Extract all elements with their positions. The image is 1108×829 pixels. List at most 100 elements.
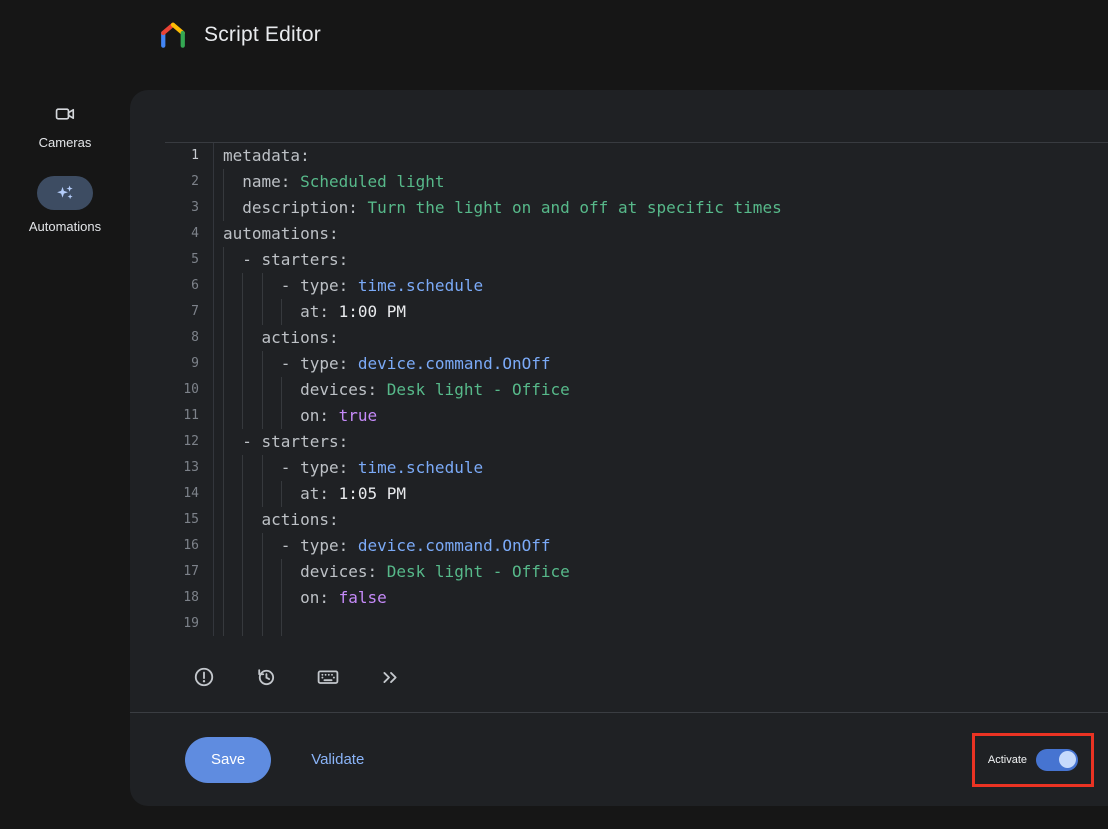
code-line[interactable]: 16- type: device.command.OnOff (165, 533, 1108, 559)
indent-guide (262, 299, 281, 325)
code-line[interactable]: 19 (165, 611, 1108, 636)
indent-guide (242, 325, 261, 351)
code-text: - type: device.command.OnOff (213, 351, 1108, 377)
indent-guide (242, 559, 261, 585)
indent-guide (242, 507, 261, 533)
active-nav-indicator (37, 176, 93, 210)
indent-guide (242, 481, 261, 507)
script-editor-panel: 1metadata:2name: Scheduled light3descrip… (130, 90, 1108, 806)
save-button[interactable]: Save (185, 737, 271, 783)
indent-guide (281, 559, 300, 585)
indent-guide (223, 559, 242, 585)
line-number: 6 (165, 273, 213, 299)
activate-toggle[interactable] (1036, 749, 1078, 771)
code-text: devices: Desk light - Office (213, 559, 1108, 585)
indent-guide (281, 481, 300, 507)
activate-label: Activate (988, 754, 1027, 766)
automations-sparkle-icon (54, 182, 76, 204)
line-number: 8 (165, 325, 213, 351)
indent-guide (242, 377, 261, 403)
code-line[interactable]: 13- type: time.schedule (165, 455, 1108, 481)
error-outline-icon (193, 666, 215, 688)
indent-guide (242, 403, 261, 429)
keyboard-shortcuts-button[interactable] (310, 659, 346, 695)
indent-guide (223, 299, 242, 325)
code-line[interactable]: 11on: true (165, 403, 1108, 429)
indent-guide (223, 533, 242, 559)
code-line[interactable]: 10devices: Desk light - Office (165, 377, 1108, 403)
indent-guide (223, 195, 242, 221)
problems-button[interactable] (186, 659, 222, 695)
indent-guide (242, 273, 261, 299)
indent-guide (281, 377, 300, 403)
indent-guide (223, 169, 242, 195)
code-text: metadata: (213, 143, 1108, 169)
code-line[interactable]: 3description: Turn the light on and off … (165, 195, 1108, 221)
indent-guide (242, 299, 261, 325)
code-line[interactable]: 9- type: device.command.OnOff (165, 351, 1108, 377)
code-text: - starters: (213, 247, 1108, 273)
indent-guide (262, 585, 281, 611)
editor-footer: Save Validate Activate (130, 713, 1108, 806)
page-title: Script Editor (204, 23, 321, 47)
history-button[interactable] (248, 659, 284, 695)
toggle-thumb (1059, 751, 1076, 768)
code-text: actions: (213, 325, 1108, 351)
indent-guide (223, 507, 242, 533)
indent-guide (223, 611, 242, 636)
sidebar-item-cameras[interactable]: Cameras (0, 102, 130, 150)
line-number: 12 (165, 429, 213, 455)
code-text: devices: Desk light - Office (213, 377, 1108, 403)
code-line[interactable]: 4automations: (165, 221, 1108, 247)
indent-guide (223, 403, 242, 429)
indent-guide (223, 273, 242, 299)
code-line[interactable]: 6- type: time.schedule (165, 273, 1108, 299)
code-line[interactable]: 15actions: (165, 507, 1108, 533)
page: Script Editor Cameras (0, 0, 1108, 829)
code-text: - type: device.command.OnOff (213, 533, 1108, 559)
code-line[interactable]: 1metadata: (165, 143, 1108, 169)
line-number: 5 (165, 247, 213, 273)
code-line[interactable]: 2name: Scheduled light (165, 169, 1108, 195)
code-text: - type: time.schedule (213, 455, 1108, 481)
code-text: - type: time.schedule (213, 273, 1108, 299)
google-home-logo-icon (158, 20, 188, 50)
annotation-highlight-box: Activate (972, 733, 1094, 787)
code-text: description: Turn the light on and off a… (213, 195, 1108, 221)
line-number: 18 (165, 585, 213, 611)
code-text: on: true (213, 403, 1108, 429)
line-number: 2 (165, 169, 213, 195)
code-line[interactable]: 12- starters: (165, 429, 1108, 455)
code-editor[interactable]: 1metadata:2name: Scheduled light3descrip… (165, 142, 1108, 636)
indent-guide (242, 455, 261, 481)
indent-guide (262, 559, 281, 585)
code-line[interactable]: 14at: 1:05 PM (165, 481, 1108, 507)
code-line[interactable]: 17devices: Desk light - Office (165, 559, 1108, 585)
line-number: 14 (165, 481, 213, 507)
indent-guide (262, 273, 281, 299)
code-text: name: Scheduled light (213, 169, 1108, 195)
more-tools-button[interactable] (372, 659, 408, 695)
line-number: 11 (165, 403, 213, 429)
sidebar-item-label: Automations (29, 219, 101, 234)
indent-guide (262, 377, 281, 403)
code-text: at: 1:00 PM (213, 299, 1108, 325)
indent-guide (223, 247, 242, 273)
code-line[interactable]: 7at: 1:00 PM (165, 299, 1108, 325)
indent-guide (262, 611, 281, 636)
sidebar-item-automations[interactable]: Automations (0, 176, 130, 234)
double-chevron-right-icon (380, 667, 401, 688)
validate-button[interactable]: Validate (311, 751, 364, 768)
indent-guide (223, 481, 242, 507)
indent-guide (242, 351, 261, 377)
indent-guide (223, 325, 242, 351)
indent-guide (262, 481, 281, 507)
indent-guide (281, 611, 300, 636)
code-line[interactable]: 18on: false (165, 585, 1108, 611)
code-line[interactable]: 5- starters: (165, 247, 1108, 273)
app-header: Script Editor (158, 20, 321, 50)
indent-guide (281, 585, 300, 611)
code-text: at: 1:05 PM (213, 481, 1108, 507)
indent-guide (262, 455, 281, 481)
code-line[interactable]: 8actions: (165, 325, 1108, 351)
